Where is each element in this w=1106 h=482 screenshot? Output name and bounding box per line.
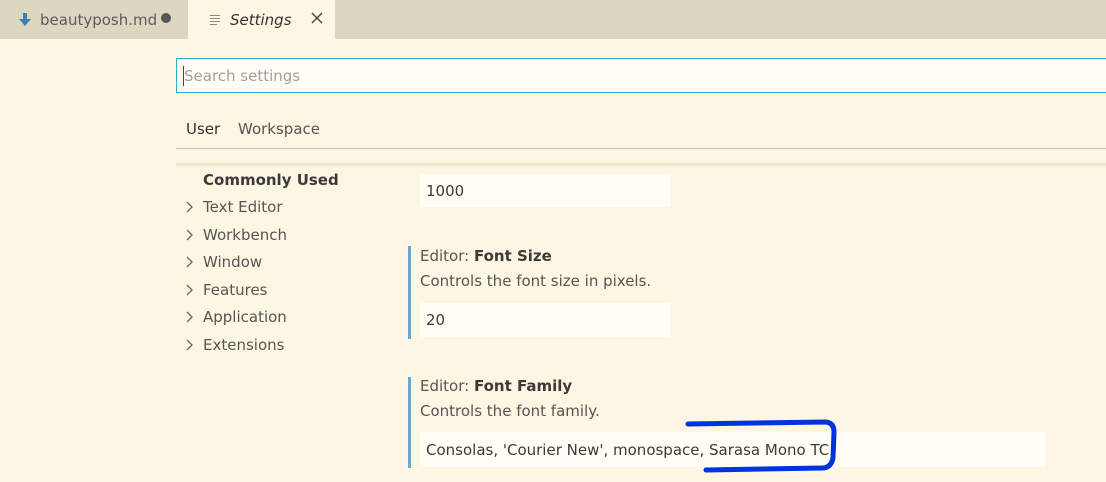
search-settings-input[interactable] [176, 58, 1106, 93]
toc-item-features[interactable]: Features [186, 281, 268, 299]
toc-item-text-editor[interactable]: Text Editor [186, 198, 283, 216]
toc-item-extensions[interactable]: Extensions [186, 336, 284, 354]
chevron-right-icon [186, 283, 198, 297]
settings-scope-tabs: User Workspace [176, 110, 1106, 149]
toc-item-window[interactable]: Window [186, 253, 262, 271]
markdown-arrow-down-icon [18, 12, 32, 28]
tab-settings[interactable]: Settings [188, 0, 335, 39]
setting-description: Controls the font family. [420, 402, 600, 420]
toc-item-workbench[interactable]: Workbench [186, 226, 287, 244]
font-family-input[interactable]: Consolas, 'Courier New', monospace, Sara… [420, 432, 1045, 467]
editor-tab-bar: beautyposh.md Settings [0, 0, 1106, 39]
tab-label: Settings [230, 10, 292, 29]
setting-title-font-family: Editor: Font Family [420, 377, 572, 395]
setting-name: Font Size [473, 247, 552, 265]
chevron-right-icon [186, 338, 198, 352]
setting-focus-bar [408, 246, 411, 339]
setting-value-input[interactable]: 1000 [420, 174, 670, 207]
divider [176, 163, 1106, 166]
font-size-input[interactable]: 20 [420, 303, 670, 337]
toc-commonly-used[interactable]: Commonly Used [203, 171, 339, 189]
toc-item-label: Text Editor [203, 198, 283, 216]
setting-title-font-size: Editor: Font Size [420, 247, 552, 265]
toc-item-label: Extensions [203, 336, 285, 354]
toc-item-application[interactable]: Application [186, 308, 287, 326]
settings-lines-icon [208, 12, 222, 28]
tab-label: beautyposh.md [40, 10, 158, 29]
chevron-right-icon [186, 255, 198, 269]
text-cursor [183, 66, 184, 86]
toc-item-label: Window [203, 253, 263, 271]
toc-item-label: Application [203, 308, 287, 326]
unsaved-dot-icon[interactable] [161, 13, 171, 23]
setting-focus-bar [408, 377, 411, 468]
setting-category: Editor: [420, 247, 474, 265]
setting-description: Controls the font size in pixels. [420, 272, 652, 290]
chevron-right-icon [186, 200, 198, 214]
toc-item-label: Workbench [203, 226, 287, 244]
tab-user[interactable]: User [186, 120, 220, 138]
chevron-right-icon [186, 310, 198, 324]
toc-item-label: Features [203, 281, 268, 299]
tab-workspace[interactable]: Workspace [238, 120, 320, 138]
chevron-right-icon [186, 228, 198, 242]
close-icon[interactable] [308, 9, 326, 27]
setting-name: Font Family [473, 377, 573, 395]
setting-category: Editor: [420, 377, 474, 395]
tab-beautyposh-md[interactable]: beautyposh.md [0, 0, 186, 39]
